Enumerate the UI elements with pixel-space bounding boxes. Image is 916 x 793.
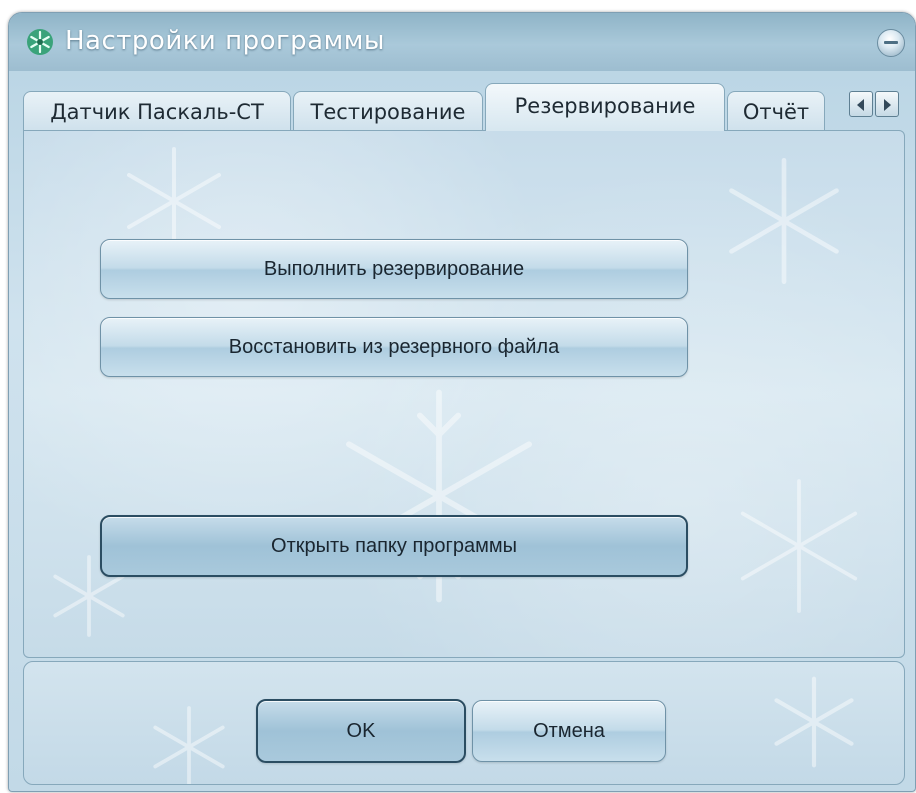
tab-sensor-label: Датчик Паскаль-СТ [50,100,264,124]
tab-report-label: Отчёт [742,100,810,124]
cancel-label: Отмена [533,720,605,742]
snowflake-decor-icon [153,706,225,784]
settings-window: Настройки программы Датчик Паскаль-СТ Те… [8,12,916,792]
ok-button[interactable]: OK [256,699,466,763]
restore-backup-button[interactable]: Восстановить из резервного файла [100,317,688,377]
do-backup-label: Выполнить резервирование [263,258,525,280]
tab-scroll-right-button[interactable] [875,91,899,117]
minimize-orb-icon[interactable] [877,29,905,57]
backup-tab-panel: Выполнить резервирование Восстановить из… [23,130,905,658]
cancel-button[interactable]: Отмена [472,700,666,762]
window-title: Настройки программы [65,26,385,56]
snowflake-decor-icon [774,676,854,768]
open-program-folder-label: Открыть папку программы [271,535,517,557]
arrow-left-icon [857,99,864,111]
title-bar[interactable]: Настройки программы [9,13,915,71]
dialog-button-bar: OK Отмена [23,661,905,785]
tab-report[interactable]: Отчёт [727,91,825,131]
tab-sensor[interactable]: Датчик Паскаль-СТ [23,91,291,131]
snowflake-decor-icon [740,479,858,613]
tab-scroll-left-button[interactable] [849,91,873,117]
snowflake-decor-icon [729,158,839,284]
do-backup-button[interactable]: Выполнить резервирование [100,239,688,299]
tab-testing[interactable]: Тестирование [293,91,483,131]
restore-backup-label: Восстановить из резервного файла [228,336,560,358]
snowflake-icon [27,29,53,55]
ok-label: OK [346,720,376,742]
tab-strip: Датчик Паскаль-СТ Тестирование Резервиро… [23,83,913,131]
open-program-folder-button[interactable]: Открыть папку программы [100,515,688,577]
arrow-right-icon [884,99,891,111]
tab-backup[interactable]: Резервирование [485,83,725,131]
tab-backup-label: Резервирование [514,94,696,118]
tab-testing-label: Тестирование [310,100,466,124]
